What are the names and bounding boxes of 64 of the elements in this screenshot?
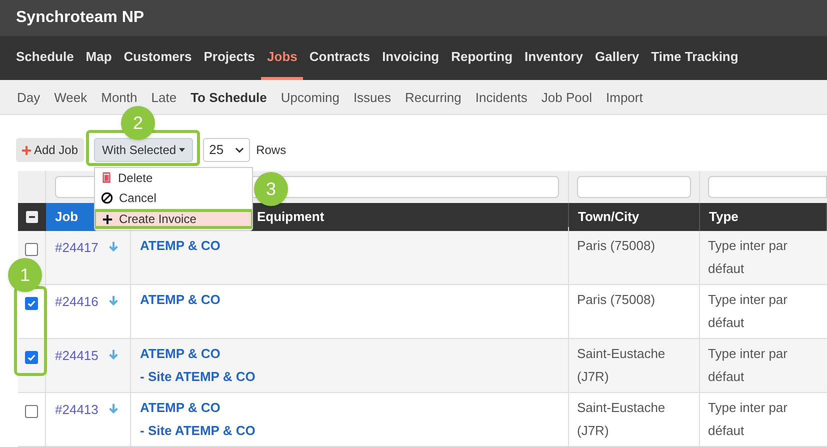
arrow-down-icon [108,349,120,360]
trash-icon [101,172,112,184]
job-link[interactable]: #24416 [55,292,98,312]
app-title: Synchroteam NP [16,8,144,28]
town-text: Paris (75008) [577,292,656,307]
job-link[interactable]: #24415 [55,346,98,366]
subnav-tab[interactable]: Day [10,90,48,104]
subnav-tab[interactable]: Job Pool [534,90,600,104]
with-selected-button[interactable]: With Selected [94,138,194,162]
type-text: Type inter par défaut [708,238,788,276]
row-checkbox[interactable] [25,351,38,364]
rows-label: Rows [256,142,286,159]
nav-tab[interactable]: Contracts [303,36,376,80]
filter-field[interactable] [577,176,691,198]
caret-icon [179,148,186,152]
site-link[interactable]: - Site ATEMP & CO [140,365,256,388]
chevron-icon [235,147,244,153]
filter-field[interactable] [708,176,827,198]
customer-link[interactable]: ATEMP & CO [140,396,220,419]
rows-select[interactable]: 25 [203,138,250,162]
nav-tab[interactable]: Customers [118,36,198,80]
type-text: Type inter par défaut [708,346,788,384]
nav-tab[interactable]: Invoicing [376,36,446,80]
subnav-tab[interactable]: Incidents [468,90,534,104]
arrow-down-icon [108,403,120,414]
nav-tab[interactable]: Reporting [445,36,519,80]
menu-item[interactable]: Create Invoice [95,209,252,229]
plus-icon [22,146,31,154]
select-all-checkbox-icon[interactable] [26,211,38,223]
nav-tab[interactable]: Time Tracking [645,36,744,80]
nav-tab[interactable]: Map [80,36,118,80]
subnav-tab[interactable]: Late [144,90,184,104]
subnav-tab[interactable]: Recurring [398,90,468,104]
nav-tab[interactable]: Gallery [589,36,646,80]
nav-tab[interactable]: Inventory [518,36,590,80]
town-text: Saint-Eustache (J7R) [577,400,666,438]
nav-tab[interactable]: Projects [198,36,262,80]
add-job-button[interactable]: Add Job [16,138,84,162]
type-text: Type inter par défaut [708,292,788,330]
subnav-tab[interactable]: Month [94,90,144,104]
row-checkbox[interactable] [25,297,38,310]
row-checkbox[interactable] [25,243,38,256]
job-link[interactable]: #24413 [55,400,98,420]
subnav-tab[interactable]: Issues [346,90,398,104]
subnav-tab[interactable]: To Schedule [184,90,274,104]
job-link[interactable]: #24417 [55,238,98,258]
ban-icon [101,192,113,204]
row-checkbox[interactable] [25,405,38,418]
arrow-down-icon [108,295,120,306]
subnav-tab[interactable]: Import [599,90,650,104]
customer-link[interactable]: ATEMP & CO [140,234,220,257]
plus-icon [102,214,113,224]
site-link[interactable]: - Site ATEMP & CO [140,419,256,442]
menu-item[interactable]: Delete [95,168,252,188]
type-text: Type inter par défaut [708,400,788,438]
subnav-tab[interactable]: Upcoming [274,90,346,104]
town-text: Paris (75008) [577,238,656,253]
customer-link[interactable]: ATEMP & CO [140,288,220,311]
nav-tab[interactable]: Schedule [10,36,80,80]
town-text: Saint-Eustache (J7R) [577,346,666,384]
arrow-down-icon [108,241,120,252]
step-badge: 1 [8,258,42,292]
customer-link[interactable]: ATEMP & CO [140,342,220,365]
subnav-tab[interactable]: Week [47,90,94,104]
